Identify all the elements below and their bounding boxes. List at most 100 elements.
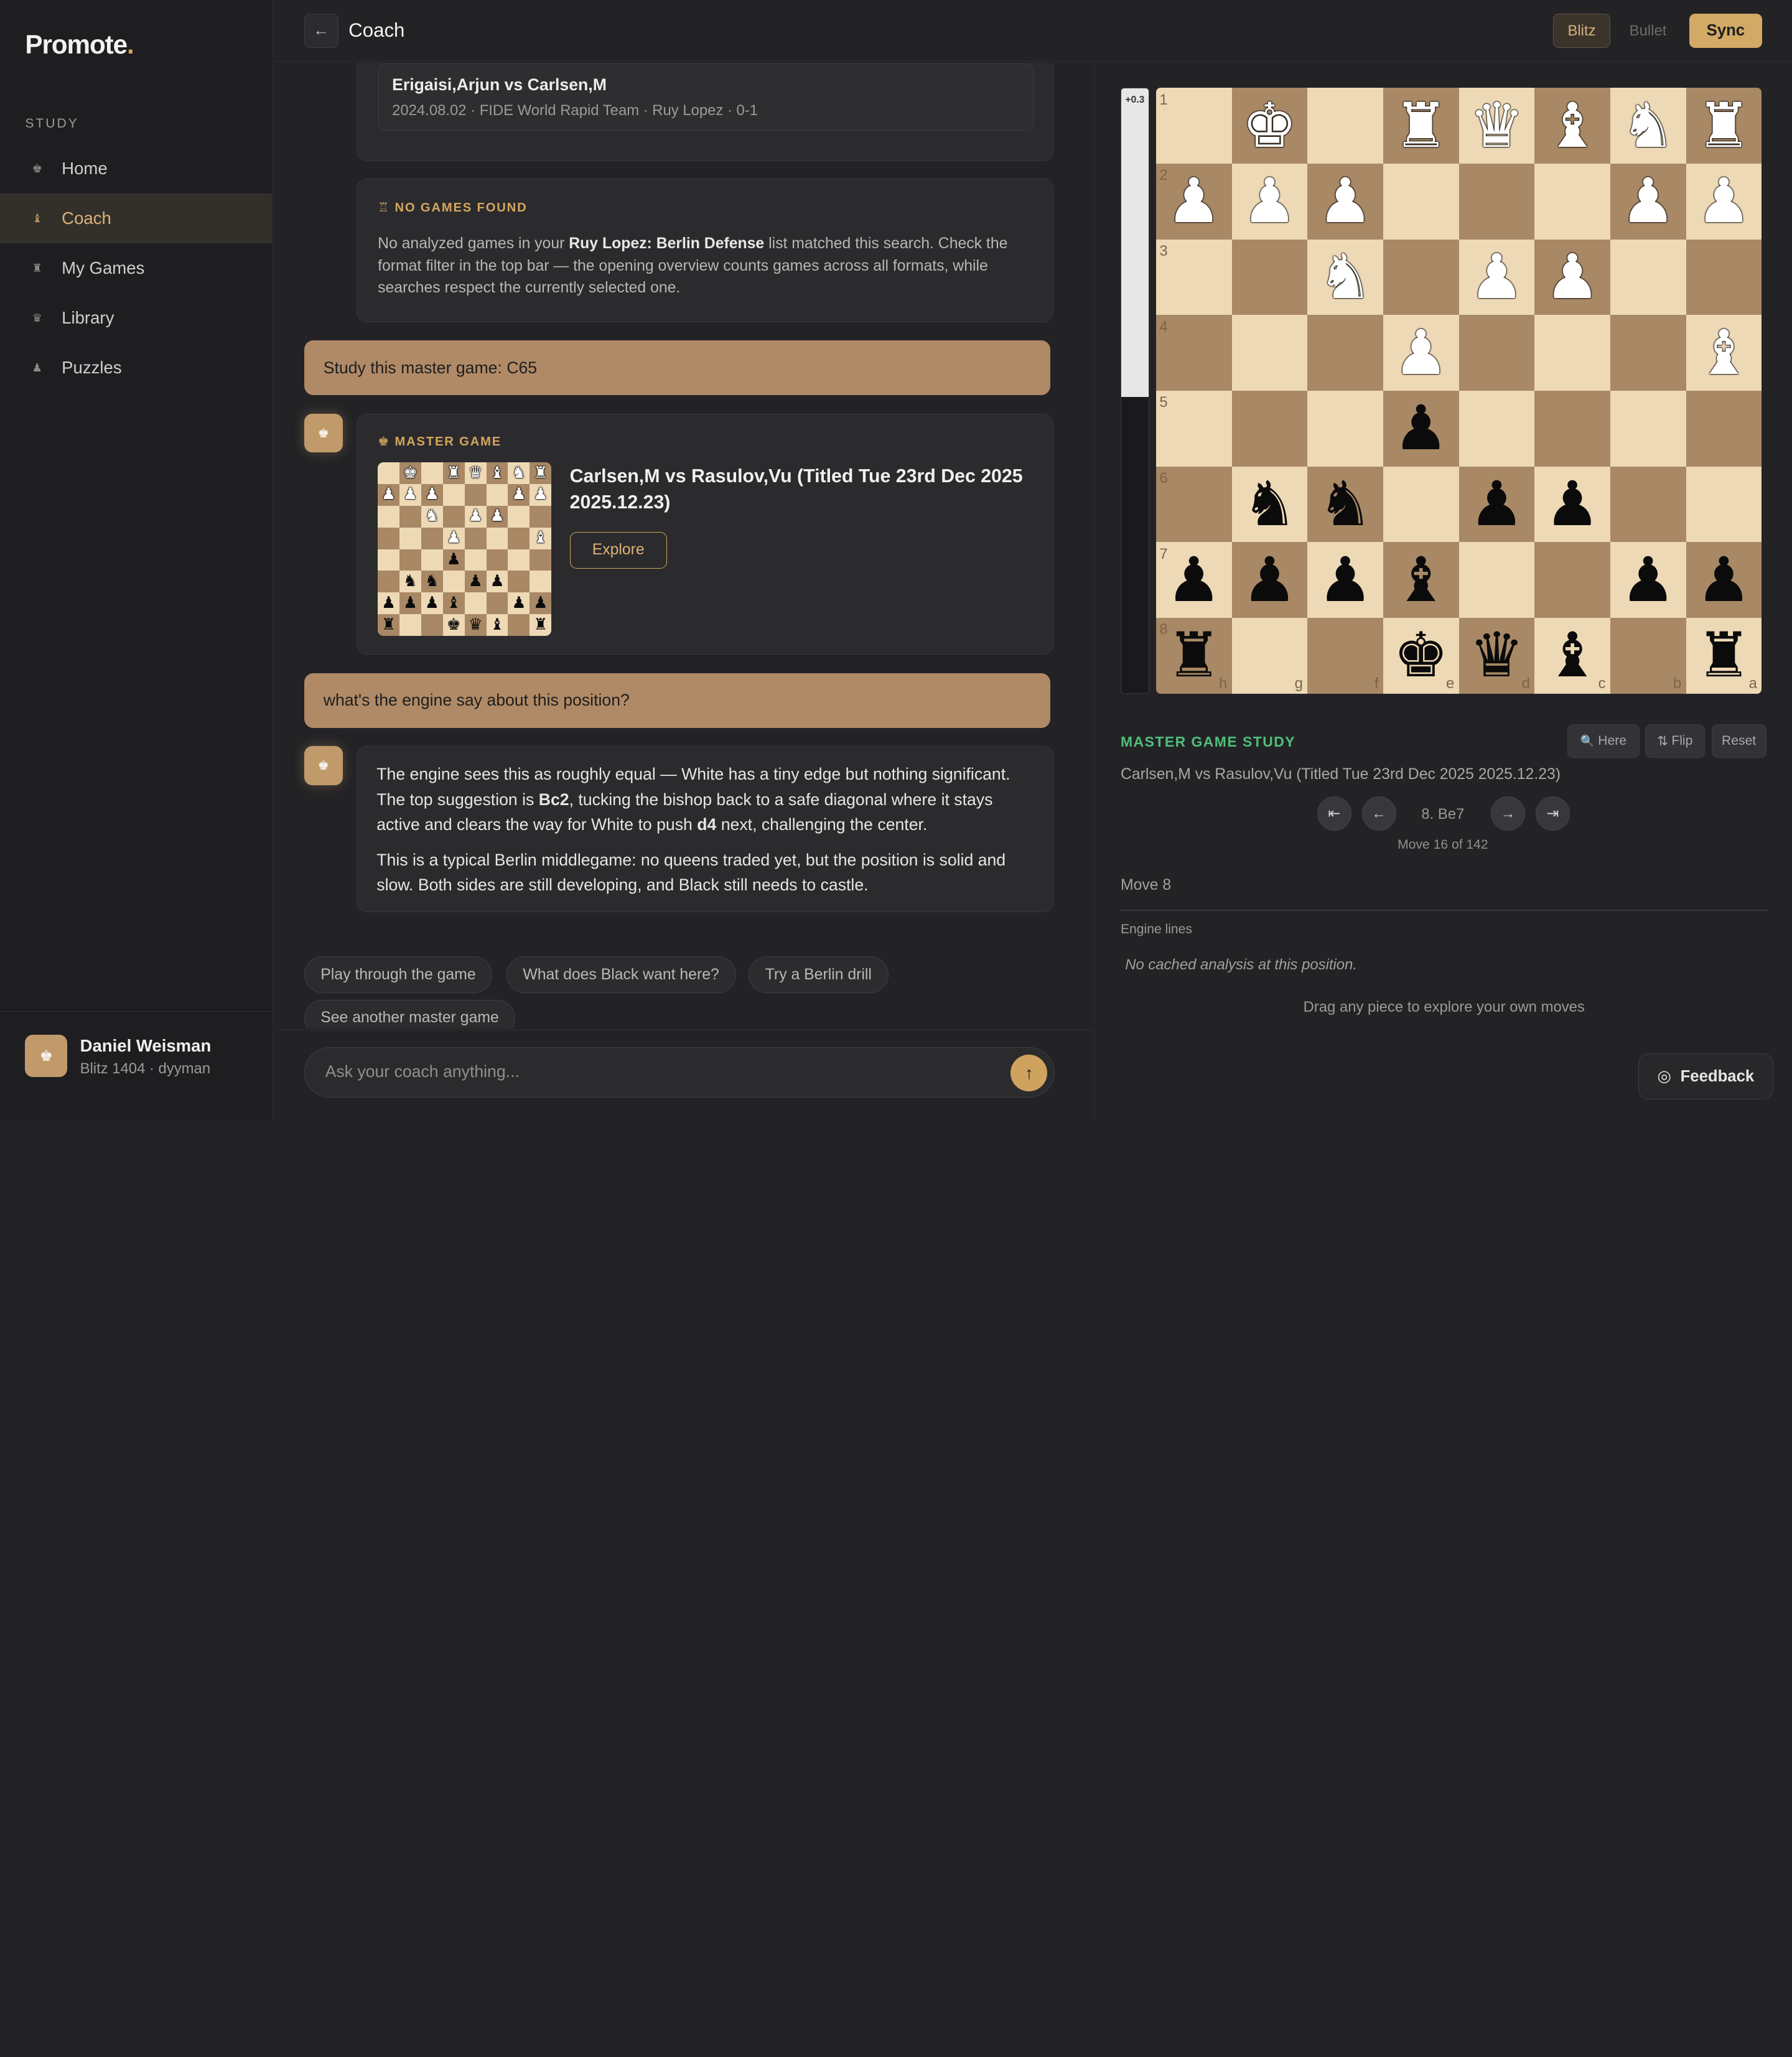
board-square[interactable] bbox=[1458, 391, 1535, 467]
sidebar-item-coach[interactable]: ♝ Coach bbox=[0, 194, 273, 244]
board-square[interactable]: ♚ bbox=[1231, 88, 1308, 164]
sidebar-item-puzzles[interactable]: ♟ Puzzles bbox=[0, 343, 272, 393]
board-square[interactable]: ♝ bbox=[1686, 315, 1762, 391]
prev-move-button[interactable]: ← bbox=[1361, 796, 1396, 831]
feedback-button[interactable]: ◎ Feedback bbox=[1638, 1053, 1773, 1099]
board-square[interactable] bbox=[1307, 88, 1383, 164]
sync-button[interactable]: Sync bbox=[1689, 14, 1763, 49]
white-knight-icon[interactable]: ♞ bbox=[1318, 246, 1373, 308]
here-button[interactable]: 🔍 Here bbox=[1567, 724, 1640, 758]
master-game-thumbnail[interactable]: ♚ ♜ ♛ ♝ ♞ ♜ ♟ ♟ ♟ ♟ ♟ ♞ ♟ ♟ ♟ ♝ ♟ ♞ ♞ ♟ ♟ ♟ ♟ ♟ ♝ ♟ ♟ ♜ ♚ ♛ ♝ ♜ bbox=[378, 462, 552, 637]
black-queen-icon[interactable]: ♛ bbox=[1469, 625, 1524, 686]
board-square[interactable] bbox=[1231, 239, 1308, 315]
white-rook-icon[interactable]: ♜ bbox=[1393, 95, 1449, 157]
suggestion-chip[interactable]: What does Black want here? bbox=[506, 956, 736, 994]
black-knight-icon[interactable]: ♞ bbox=[1242, 473, 1297, 535]
board-square[interactable]: e ♚ bbox=[1383, 618, 1459, 694]
back-button[interactable]: ← bbox=[304, 14, 338, 49]
chat-thread[interactable]: Erigaisi,Arjun vs Carlsen,M 2024.08.02 ·… bbox=[274, 63, 1094, 1029]
white-pawn-icon[interactable]: ♟ bbox=[1393, 322, 1449, 384]
white-queen-icon[interactable]: ♛ bbox=[1469, 95, 1524, 157]
white-pawn-icon[interactable]: ♟ bbox=[1242, 170, 1297, 232]
next-move-button[interactable]: → bbox=[1491, 796, 1526, 831]
board-square[interactable]: b bbox=[1610, 618, 1686, 694]
board-square[interactable] bbox=[1458, 315, 1535, 391]
board-square[interactable]: ♜ bbox=[1383, 88, 1459, 164]
white-pawn-icon[interactable]: ♟ bbox=[1318, 170, 1373, 232]
board-square[interactable]: 4 bbox=[1155, 315, 1232, 391]
board-square[interactable] bbox=[1686, 239, 1762, 315]
board-square[interactable]: a ♜ bbox=[1686, 618, 1762, 694]
suggestion-chip[interactable]: Play through the game bbox=[304, 956, 493, 994]
black-rook-icon[interactable]: ♜ bbox=[1166, 625, 1221, 686]
user-profile[interactable]: ♚ Daniel Weisman Blitz 1404 · dyyman bbox=[0, 1011, 273, 1119]
white-rook-icon[interactable]: ♜ bbox=[1696, 95, 1752, 157]
board-square[interactable] bbox=[1534, 315, 1610, 391]
board-square[interactable]: 1 bbox=[1155, 88, 1232, 164]
board-square[interactable]: ♟ bbox=[1383, 391, 1459, 467]
last-move-button[interactable]: ⇥ bbox=[1535, 796, 1570, 831]
board-square[interactable]: 2 ♟ bbox=[1155, 164, 1232, 240]
board-square[interactable] bbox=[1307, 391, 1383, 467]
game-reference[interactable]: Erigaisi,Arjun vs Carlsen,M 2024.08.02 ·… bbox=[378, 63, 1034, 131]
chess-board[interactable]: 1 ♚ ♜ ♛ ♝ ♞ ♜ 2 ♟ ♟ ♟ ♟ ♟ 3 ♞ ♟ ♟ 4 ♟ ♝ 5 ♟ 6 ♞ ♞ ♟ ♟ 7 ♟ ♟ ♟ ♝ ♟ ♟ 8 h ♜ g f e… bbox=[1155, 88, 1762, 694]
format-blitz-button[interactable]: Blitz bbox=[1553, 14, 1610, 49]
board-square[interactable] bbox=[1458, 542, 1535, 618]
board-square[interactable] bbox=[1610, 239, 1686, 315]
black-bishop-icon[interactable]: ♝ bbox=[1545, 625, 1600, 686]
first-move-button[interactable]: ⇤ bbox=[1317, 796, 1351, 831]
board-square[interactable]: ♟ bbox=[1686, 542, 1762, 618]
white-bishop-icon[interactable]: ♝ bbox=[1545, 95, 1600, 157]
board-square[interactable]: ♜ bbox=[1686, 88, 1762, 164]
board-square[interactable]: ♞ bbox=[1231, 466, 1308, 543]
black-pawn-icon[interactable]: ♟ bbox=[1393, 398, 1449, 459]
suggestion-chip[interactable]: See another master game bbox=[304, 1000, 516, 1029]
board-square[interactable] bbox=[1610, 466, 1686, 543]
black-bishop-icon[interactable]: ♝ bbox=[1393, 549, 1449, 611]
board-square[interactable] bbox=[1534, 164, 1610, 240]
black-pawn-icon[interactable]: ♟ bbox=[1242, 549, 1297, 611]
board-square[interactable] bbox=[1534, 542, 1610, 618]
black-knight-icon[interactable]: ♞ bbox=[1318, 473, 1373, 535]
flip-button[interactable]: ⇅ Flip bbox=[1645, 724, 1705, 758]
board-square[interactable] bbox=[1610, 315, 1686, 391]
board-square[interactable] bbox=[1307, 315, 1383, 391]
board-square[interactable] bbox=[1231, 391, 1308, 467]
black-king-icon[interactable]: ♚ bbox=[1393, 625, 1449, 686]
board-square[interactable] bbox=[1383, 239, 1459, 315]
board-square[interactable]: 7 ♟ bbox=[1155, 542, 1232, 618]
board-square[interactable]: ♞ bbox=[1307, 239, 1383, 315]
board-square[interactable] bbox=[1686, 391, 1762, 467]
sidebar-item-my-games[interactable]: ♜ My Games bbox=[0, 243, 272, 293]
board-square[interactable]: ♟ bbox=[1610, 542, 1686, 618]
board-square[interactable]: ♟ bbox=[1231, 542, 1308, 618]
board-square[interactable]: 5 bbox=[1155, 391, 1232, 467]
format-bullet-button[interactable]: Bullet bbox=[1620, 14, 1675, 48]
board-square[interactable]: ♟ bbox=[1231, 164, 1308, 240]
explore-button[interactable]: Explore bbox=[569, 532, 667, 569]
white-pawn-icon[interactable]: ♟ bbox=[1166, 170, 1221, 232]
suggestion-chip[interactable]: Try a Berlin drill bbox=[749, 956, 889, 994]
board-square[interactable]: 8 h ♜ bbox=[1155, 618, 1232, 694]
board-square[interactable] bbox=[1231, 315, 1308, 391]
board-square[interactable]: c ♝ bbox=[1534, 618, 1610, 694]
white-bishop-icon[interactable]: ♝ bbox=[1696, 322, 1752, 384]
reset-button[interactable]: Reset bbox=[1711, 724, 1766, 758]
board-square[interactable] bbox=[1383, 466, 1459, 543]
board-square[interactable] bbox=[1610, 391, 1686, 467]
board-square[interactable]: ♟ bbox=[1458, 239, 1535, 315]
board-square[interactable]: f bbox=[1307, 618, 1383, 694]
white-king-icon[interactable]: ♚ bbox=[1242, 95, 1297, 157]
board-square[interactable]: ♟ bbox=[1307, 542, 1383, 618]
sidebar-item-library[interactable]: ♛ Library bbox=[0, 293, 272, 343]
board-square[interactable]: g bbox=[1231, 618, 1308, 694]
chat-input[interactable] bbox=[325, 1048, 1000, 1096]
board-square[interactable]: ♟ bbox=[1534, 239, 1610, 315]
board-square[interactable]: ♝ bbox=[1534, 88, 1610, 164]
board-square[interactable]: ♟ bbox=[1534, 466, 1610, 543]
black-pawn-icon[interactable]: ♟ bbox=[1166, 549, 1221, 611]
chat-input-box[interactable]: ↑ bbox=[304, 1047, 1055, 1098]
board-square[interactable]: ♟ bbox=[1458, 466, 1535, 543]
app-logo[interactable]: Promote. bbox=[25, 30, 134, 60]
board-square[interactable]: 6 bbox=[1155, 466, 1232, 543]
